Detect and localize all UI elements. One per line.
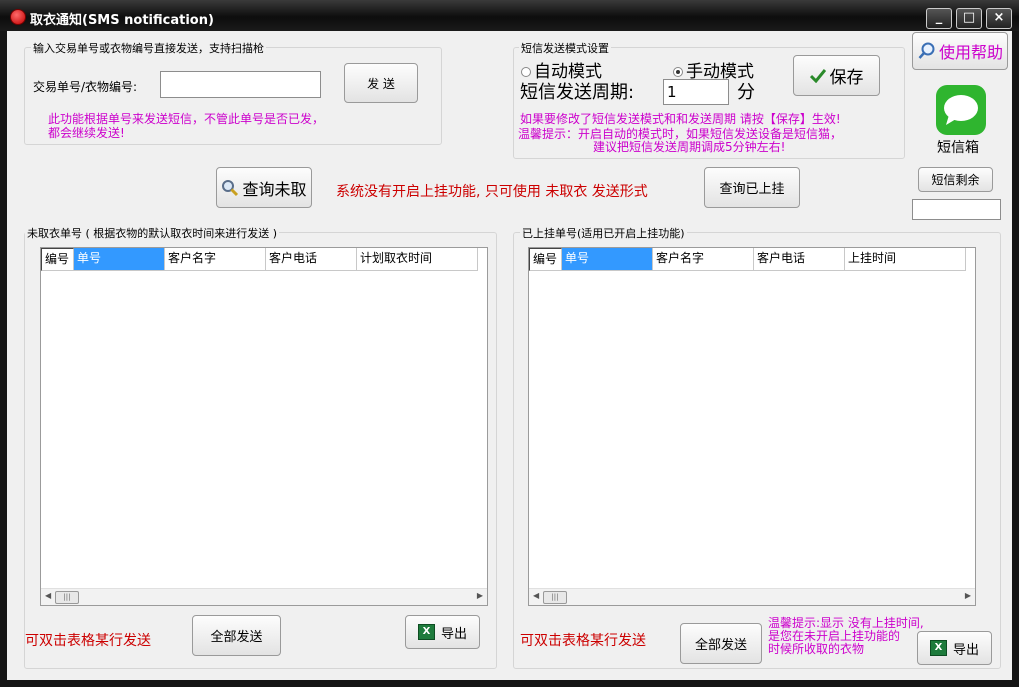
direct-send-note-line2: 都会继续发送! <box>48 126 125 140</box>
right-export-button[interactable]: X 导出 <box>917 631 992 665</box>
sms-inbox-label: 短信箱 <box>937 140 979 156</box>
check-icon <box>809 68 826 83</box>
hung-hscrollbar[interactable]: ◀ ||| ▶ <box>529 588 975 605</box>
right-dblclick-hint: 可双击表格某行发送 <box>520 633 646 649</box>
close-button[interactable]: × <box>986 8 1012 29</box>
query-hung-button[interactable]: 查询已上挂 <box>704 167 800 208</box>
sms-period-input[interactable] <box>663 79 729 105</box>
left-export-label: 导出 <box>440 626 467 642</box>
uncollected-group-label: 未取衣单号 ( 根据衣物的默认取衣时间来进行发送 ) <box>25 225 280 241</box>
sms-inbox-button[interactable] <box>935 84 987 136</box>
window-title: 取衣通知(SMS notification) <box>30 13 214 28</box>
order-number-label: 交易单号/衣物编号: <box>33 80 138 94</box>
column-header-customer-phone[interactable]: 客户电话 <box>266 248 357 271</box>
query-uncollected-label: 查询未取 <box>242 179 307 199</box>
left-send-all-button[interactable]: 全部发送 <box>192 615 281 656</box>
right-send-all-button[interactable]: 全部发送 <box>680 623 762 664</box>
search-icon <box>918 42 935 59</box>
sms-period-unit: 分 <box>737 82 755 103</box>
column-header-pickup-time[interactable]: 计划取衣时间 <box>357 248 478 271</box>
scroll-left-icon[interactable]: ◀ <box>533 591 539 600</box>
scroll-left-icon[interactable]: ◀ <box>45 591 51 600</box>
help-button[interactable]: 使用帮助 <box>912 32 1008 70</box>
scroll-thumb[interactable]: ||| <box>543 591 567 604</box>
scroll-right-icon[interactable]: ▶ <box>965 591 971 600</box>
right-tip-line3: 时候所收取的衣物 <box>768 642 865 656</box>
query-uncollected-button[interactable]: 查询未取 <box>216 167 312 208</box>
column-header-order[interactable]: 单号 <box>562 248 653 271</box>
excel-icon: X <box>929 640 947 656</box>
hung-table-header: 编号 单号 客户名字 客户电话 上挂时间 <box>529 248 966 272</box>
warning-text-clip: 系统没有开启上挂功能, 只可使用 未取衣 发送形式 <box>336 181 704 203</box>
column-header-order[interactable]: 单号 <box>74 248 165 271</box>
left-export-button[interactable]: X 导出 <box>405 615 480 649</box>
manual-mode-radio-dot[interactable] <box>673 67 683 77</box>
left-dblclick-hint: 可双击表格某行发送 <box>25 633 151 649</box>
column-header-id[interactable]: 编号 <box>529 248 562 271</box>
sms-remaining-button[interactable]: 短信剩余 <box>918 167 993 192</box>
sms-bubble-icon <box>936 85 986 135</box>
window-frame-right <box>1012 31 1019 687</box>
sms-mode-note-line3: 建议把短信发送周期调成5分钟左右! <box>593 140 786 154</box>
maximize-button[interactable]: □ <box>956 8 982 29</box>
sms-period-label: 短信发送周期: <box>520 82 635 103</box>
app-icon <box>10 9 26 25</box>
send-button[interactable]: 发 送 <box>344 63 418 103</box>
uncollected-table[interactable]: 编号 单号 客户名字 客户电话 计划取衣时间 ◀ ||| ▶ <box>40 247 488 606</box>
column-header-id[interactable]: 编号 <box>41 248 74 271</box>
column-header-customer-name[interactable]: 客户名字 <box>653 248 754 271</box>
minimize-button[interactable]: _ <box>926 8 952 29</box>
uncollected-hscrollbar[interactable]: ◀ ||| ▶ <box>41 588 487 605</box>
title-bar[interactable]: 取衣通知(SMS notification) _ □ × <box>0 0 1019 31</box>
hung-group-label: 已上挂单号(适用已开启上挂功能) <box>520 225 687 241</box>
sms-remaining-field[interactable] <box>912 199 1001 220</box>
right-export-label: 导出 <box>952 642 979 658</box>
window-frame-left <box>0 31 7 687</box>
search-icon <box>222 179 239 196</box>
hung-table[interactable]: 编号 单号 客户名字 客户电话 上挂时间 ◀ ||| ▶ <box>528 247 976 606</box>
scroll-right-icon[interactable]: ▶ <box>477 591 483 600</box>
order-number-input[interactable] <box>160 71 321 98</box>
save-button[interactable]: 保存 <box>793 55 880 96</box>
sms-mode-group-label: 短信发送模式设置 <box>519 40 611 56</box>
column-header-hung-time[interactable]: 上挂时间 <box>845 248 966 271</box>
column-header-customer-name[interactable]: 客户名字 <box>165 248 266 271</box>
column-header-customer-phone[interactable]: 客户电话 <box>754 248 845 271</box>
excel-icon: X <box>417 624 435 640</box>
help-label: 使用帮助 <box>939 43 1004 62</box>
uncollected-table-header: 编号 单号 客户名字 客户电话 计划取衣时间 <box>41 248 478 272</box>
warning-text: 系统没有开启上挂功能, 只可使用 未取衣 发送形式 <box>336 184 648 200</box>
save-label: 保存 <box>829 68 864 88</box>
auto-mode-radio-dot[interactable] <box>521 67 531 77</box>
window-frame-bottom <box>0 680 1019 687</box>
scroll-thumb[interactable]: ||| <box>55 591 79 604</box>
sms-notification-window: 取衣通知(SMS notification) _ □ × 输入交易单号或衣物编号… <box>0 0 1019 687</box>
direct-send-group-label: 输入交易单号或衣物编号直接发送，支持扫描枪 <box>31 40 266 56</box>
